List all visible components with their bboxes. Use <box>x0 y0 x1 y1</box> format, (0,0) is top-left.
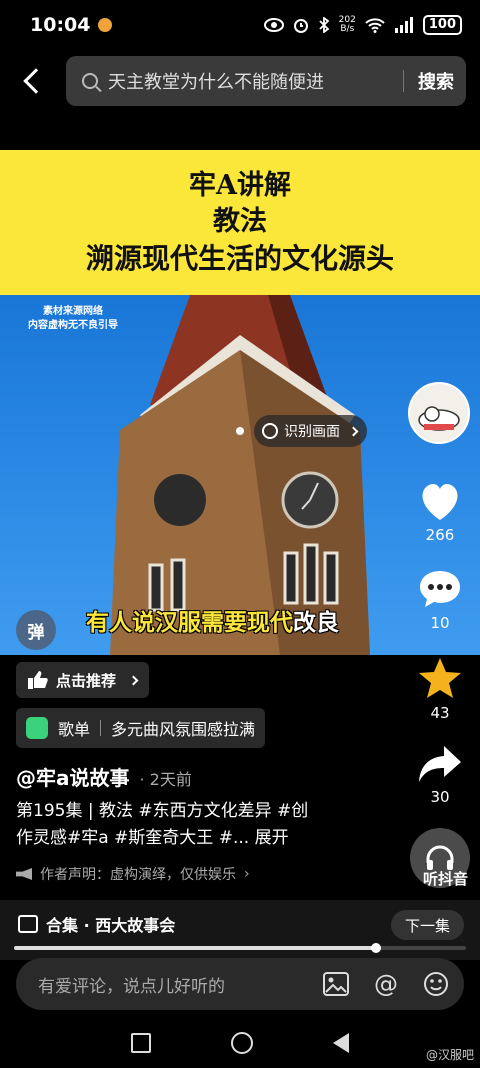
comment-bubble-icon <box>420 571 460 607</box>
notice-text: 作者声明：虚构演绎，仅供娱乐 <box>40 867 236 883</box>
search-divider <box>403 70 404 92</box>
video-watermark: 素材来源网络 内容虚构无不良引导 <box>28 305 118 333</box>
playlist-divider <box>100 720 102 736</box>
video-description[interactable]: 第195集 | 教法 #东西方文化差异 #创 作灵感#牢a #斯奎奇大王 #..… <box>16 798 386 852</box>
back-button[interactable] <box>0 54 66 108</box>
collection-info[interactable]: 合集 · 西大故事会 <box>18 912 175 936</box>
eye-icon <box>263 18 284 32</box>
comment-input-bar[interactable]: 有爱评论，说点儿好听的 @ <box>16 958 464 1010</box>
desc-line-1: 第195集 | 教法 #东西方文化差异 #创 <box>16 801 309 821</box>
chevron-right-icon <box>348 426 359 436</box>
layers-icon <box>18 915 38 933</box>
share-button[interactable]: 30 <box>410 744 470 806</box>
chevron-right-icon <box>128 675 139 685</box>
subtitle-highlight: 有人说汉服需要现代 <box>86 610 293 636</box>
church-tower-image <box>110 295 370 655</box>
notification-icon <box>98 18 113 32</box>
mention-icon[interactable]: @ <box>372 970 400 998</box>
favorite-count: 43 <box>430 704 450 722</box>
signal-icon <box>394 17 413 33</box>
avatar-cat-icon <box>418 406 460 431</box>
emoji-icon[interactable] <box>422 970 450 998</box>
watermark-line-1: 素材来源网络 <box>43 306 103 317</box>
author-avatar[interactable] <box>408 382 470 444</box>
speaker-icon <box>16 868 32 880</box>
search-button[interactable]: 搜索 <box>418 68 454 94</box>
like-button[interactable]: 266 <box>410 480 470 544</box>
favorite-button[interactable]: 43 <box>410 656 470 722</box>
bluetooth-icon <box>319 17 330 33</box>
thumbs-up-icon <box>28 671 48 689</box>
collection-bar[interactable]: 合集 · 西大故事会 下一集 <box>0 900 480 960</box>
author-notice[interactable]: 作者声明：虚构演绎，仅供娱乐 › <box>16 864 250 884</box>
status-icons: 202 B/s 100 <box>263 15 462 35</box>
chevron-right-icon: › <box>244 866 250 882</box>
danmu-toggle-button[interactable]: 弹 <box>16 610 56 650</box>
author-name[interactable]: @牢a说故事 <box>16 762 130 791</box>
playlist-tag: 歌单 <box>58 720 91 739</box>
search-icon <box>82 73 98 89</box>
search-input[interactable]: 天主教堂为什么不能随便进 <box>108 68 389 94</box>
banner-line-3: 溯源现代生活的文化源头 <box>85 241 394 275</box>
recommend-button[interactable]: 点击推荐 <box>16 662 150 698</box>
home-button[interactable] <box>231 1032 253 1054</box>
video-subtitle: 有人说汉服需要现代改良 <box>86 603 339 637</box>
next-episode-button[interactable]: 下一集 <box>390 910 464 940</box>
image-icon[interactable] <box>322 970 350 998</box>
video-title-banner: 牢A讲解 教法 溯源现代生活的文化源头 <box>0 150 480 295</box>
identify-dot <box>236 427 244 435</box>
net-speed: 202 B/s <box>339 16 356 34</box>
identify-label: 识别画面 <box>284 424 340 440</box>
music-note-icon <box>26 717 48 739</box>
status-bar: 10:04 202 B/s 100 <box>0 0 480 50</box>
playlist-name: 多元曲风氛围感拉满 <box>111 720 256 739</box>
search-box[interactable]: 天主教堂为什么不能随便进 搜索 <box>66 56 466 106</box>
subtitle-rest: 改良 <box>293 610 339 636</box>
comment-input[interactable]: 有爱评论，说点儿好听的 <box>38 972 300 997</box>
banner-line-2: 教法 <box>213 205 267 237</box>
status-time: 10:04 <box>30 14 91 36</box>
scan-icon <box>262 423 278 439</box>
progress-bar[interactable] <box>14 943 466 953</box>
back-nav-button[interactable] <box>333 1033 349 1053</box>
playlist-chip[interactable]: 歌单 多元曲风氛围感拉满 <box>16 708 266 748</box>
recents-button[interactable] <box>131 1033 151 1053</box>
recommend-label: 点击推荐 <box>56 671 117 690</box>
top-bar: 天主教堂为什么不能随便进 搜索 <box>0 54 480 108</box>
progress-handle[interactable] <box>370 943 381 953</box>
chevron-left-icon <box>23 68 49 94</box>
like-count: 266 <box>425 526 455 544</box>
desc-line-2: 作灵感#牢a #斯奎奇大王 #... 展开 <box>16 828 289 848</box>
comment-button[interactable]: 10 <box>410 568 470 632</box>
video-frame: 素材来源网络 内容虚构无不良引导 识别画面 有人说汉服需要现代改良 弹 <box>0 295 480 655</box>
wifi-icon <box>365 18 385 33</box>
alarm-icon <box>293 19 308 33</box>
author-line: @牢a说故事 · 2天前 <box>16 762 192 791</box>
share-count: 30 <box>430 788 450 806</box>
collection-label: 合集 · 西大故事会 <box>46 916 176 935</box>
battery-icon: 100 <box>422 15 462 35</box>
banner-line-1: 牢A讲解 <box>189 169 291 201</box>
star-icon <box>419 658 461 698</box>
comment-count: 10 <box>430 614 450 632</box>
share-arrow-icon <box>419 746 461 782</box>
system-nav-bar <box>0 1018 480 1068</box>
brand-watermark: @汉服吧 <box>425 1048 474 1062</box>
listen-label[interactable]: 听抖音 <box>423 868 468 889</box>
identify-scene-button[interactable]: 识别画面 <box>254 415 367 447</box>
video-player[interactable]: 牢A讲解 教法 溯源现代生活的文化源头 素材来源网络 内容虚构无不良引导 识别画… <box>0 150 480 655</box>
watermark-line-2: 内容虚构无不良引导 <box>28 320 118 331</box>
heart-icon <box>422 483 458 520</box>
net-speed-unit: B/s <box>340 24 355 34</box>
post-time: · 2天前 <box>139 770 192 789</box>
progress-fill <box>14 946 376 950</box>
